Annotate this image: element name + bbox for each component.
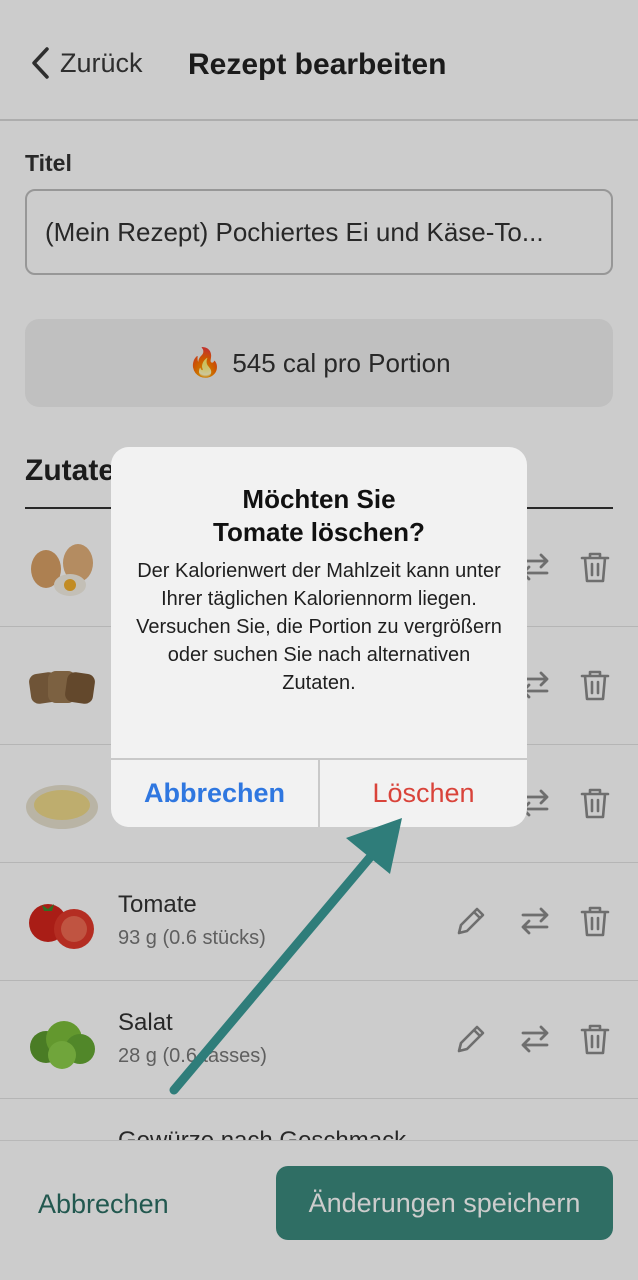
dialog-title: Möchten Sie Tomate löschen?: [111, 483, 527, 549]
dialog-delete-button[interactable]: Löschen: [320, 759, 527, 827]
dialog-cancel-button[interactable]: Abbrechen: [111, 759, 318, 827]
dialog-title-line-2: Tomate löschen?: [213, 517, 425, 547]
delete-confirm-dialog: Möchten Sie Tomate löschen? Der Kalorien…: [111, 447, 527, 827]
dialog-message: Der Kalorienwert der Mahlzeit kann unter…: [136, 560, 502, 694]
dialog-title-line-1: Möchten Sie: [242, 484, 396, 514]
